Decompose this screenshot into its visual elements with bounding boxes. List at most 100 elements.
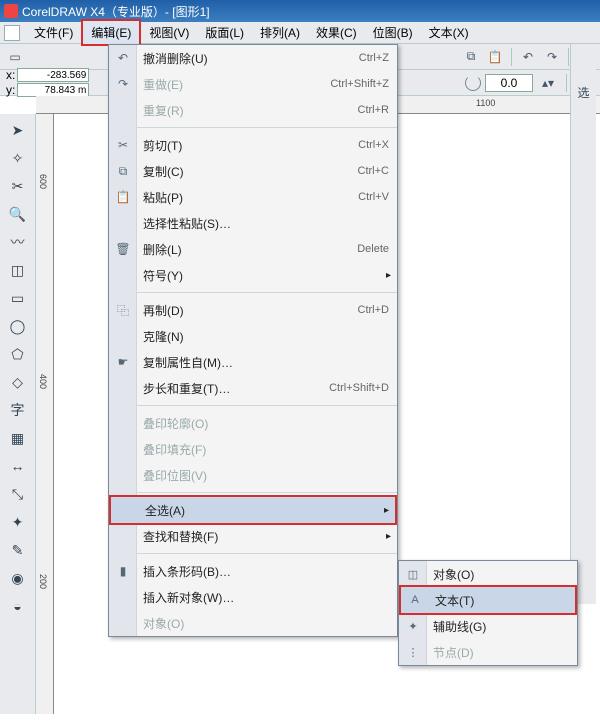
ellipse-tool[interactable]: ◯ [6, 314, 30, 338]
submenu-text[interactable]: A文本(T) [399, 585, 577, 615]
smart-fill-tool[interactable]: ◫ [6, 258, 30, 282]
menu-copy-props[interactable]: ☛复制属性自(M)… [109, 349, 397, 375]
menu-object[interactable]: 对象(O) [109, 610, 397, 636]
menu-bitmaps[interactable]: 位图(B) [365, 21, 421, 44]
duplicate-icon: ⿻ [115, 302, 131, 318]
interactive-tool[interactable]: ✦ [6, 510, 30, 534]
undo-icon: ↶ [115, 50, 131, 66]
basic-shapes-tool[interactable]: ◇ [6, 370, 30, 394]
x-label: x: [6, 68, 15, 82]
guidelines-icon: ✦ [405, 618, 421, 634]
menu-file[interactable]: 文件(F) [26, 21, 81, 44]
window-title: CorelDRAW X4（专业版）- [图形1] [22, 3, 210, 20]
menu-overprint-bitmap[interactable]: 叠印位图(V) [109, 462, 397, 488]
rectangle-tool[interactable]: ▭ [6, 286, 30, 310]
menu-arrange[interactable]: 排列(A) [252, 21, 308, 44]
connector-tool[interactable]: ⤡ [6, 482, 30, 506]
rotation-stepper[interactable]: ▴▾ [537, 72, 559, 94]
polygon-tool[interactable]: ⬠ [6, 342, 30, 366]
coordinates: x: y: [6, 68, 89, 97]
ruler-tick: 200 [38, 574, 48, 589]
menu-symbol[interactable]: 符号(Y)▸ [109, 262, 397, 288]
submenu-guidelines[interactable]: ✦辅助线(G) [399, 613, 577, 639]
rotation-icon [465, 75, 481, 91]
separator [137, 292, 397, 293]
vertical-ruler: 600 400 200 [36, 114, 54, 714]
y-label: y: [6, 83, 15, 97]
zoom-tool[interactable]: 🔍 [6, 202, 30, 226]
edit-dropdown: ↶撤消删除(U)Ctrl+Z ↷重做(E)Ctrl+Shift+Z 重复(R)C… [108, 44, 398, 637]
menu-find-replace[interactable]: 查找和替换(F)▸ [109, 523, 397, 549]
copy-props-icon: ☛ [115, 354, 131, 370]
menu-insert-barcode[interactable]: ▮插入条形码(B)… [109, 558, 397, 584]
table-tool[interactable]: ▦ [6, 426, 30, 450]
separator [137, 553, 397, 554]
menu-layout[interactable]: 版面(L) [197, 21, 252, 44]
paste-icon: 📋 [115, 189, 131, 205]
redo-button[interactable]: ↷ [541, 46, 563, 68]
document-icon [4, 25, 20, 41]
dimension-tool[interactable]: ↔ [6, 454, 30, 478]
menu-paste-special[interactable]: 选择性粘贴(S)… [109, 210, 397, 236]
menu-duplicate[interactable]: ⿻再制(D)Ctrl+D [109, 297, 397, 323]
separator [568, 48, 569, 66]
freehand-tool[interactable]: 〰 [6, 230, 30, 254]
shape-tool[interactable]: ✧ [6, 146, 30, 170]
menu-clone[interactable]: 克隆(N) [109, 323, 397, 349]
ruler-tick: 1100 [476, 98, 495, 108]
ruler-tick: 600 [38, 174, 48, 189]
menu-view[interactable]: 视图(V) [141, 21, 197, 44]
separator [137, 405, 397, 406]
barcode-icon: ▮ [115, 563, 131, 579]
crop-tool[interactable]: ✂ [6, 174, 30, 198]
menu-repeat[interactable]: 重复(R)Ctrl+R [109, 97, 397, 123]
text-tool[interactable]: 字 [6, 398, 30, 422]
menu-cut[interactable]: ✂剪切(T)Ctrl+X [109, 132, 397, 158]
submenu-arrow-icon: ▸ [386, 270, 391, 281]
submenu-nodes[interactable]: ⋮节点(D) [399, 639, 577, 665]
outline-tool[interactable]: ◉ [6, 566, 30, 590]
new-button[interactable]: ▭ [4, 46, 26, 68]
paste-button[interactable]: 📋 [484, 46, 506, 68]
menu-redo[interactable]: ↷重做(E)Ctrl+Shift+Z [109, 71, 397, 97]
undo-button[interactable]: ↶ [517, 46, 539, 68]
submenu-objects[interactable]: ◫对象(O) [399, 561, 577, 587]
pick-tool[interactable]: ➤ [6, 118, 30, 142]
ruler-tick: 400 [38, 374, 48, 389]
menu-copy[interactable]: ⧉复制(C)Ctrl+C [109, 158, 397, 184]
y-input[interactable] [17, 83, 89, 97]
submenu-arrow-icon: ▸ [384, 505, 389, 516]
docker-tabs[interactable]: 选 [570, 44, 596, 604]
menu-select-all[interactable]: 全选(A)▸ [109, 495, 397, 525]
cut-icon: ✂ [115, 137, 131, 153]
menu-overprint-fill[interactable]: 叠印填充(F) [109, 436, 397, 462]
menu-bar[interactable]: 文件(F) 编辑(E) 视图(V) 版面(L) 排列(A) 效果(C) 位图(B… [0, 22, 600, 44]
separator [137, 127, 397, 128]
copy-button[interactable]: ⧉ [460, 46, 482, 68]
app-logo-icon [4, 4, 18, 18]
menu-overprint-outline[interactable]: 叠印轮廓(O) [109, 410, 397, 436]
submenu-arrow-icon: ▸ [386, 531, 391, 542]
nodes-icon: ⋮ [405, 644, 421, 660]
eyedropper-tool[interactable]: ✎ [6, 538, 30, 562]
docker-tab-label[interactable]: 选 [577, 84, 589, 101]
objects-icon: ◫ [405, 566, 421, 582]
toolbox: ➤ ✧ ✂ 🔍 〰 ◫ ▭ ◯ ⬠ ◇ 字 ▦ ↔ ⤡ ✦ ✎ ◉ ◒ [0, 114, 36, 714]
delete-icon: 🗑 [115, 241, 131, 257]
menu-step-repeat[interactable]: 步长和重复(T)…Ctrl+Shift+D [109, 375, 397, 401]
text-icon: A [407, 592, 423, 608]
menu-effects[interactable]: 效果(C) [308, 21, 365, 44]
menu-text[interactable]: 文本(X) [421, 21, 477, 44]
select-all-submenu: ◫对象(O) A文本(T) ✦辅助线(G) ⋮节点(D) [398, 560, 578, 666]
rotation-input[interactable] [485, 74, 533, 92]
menu-paste[interactable]: 📋粘贴(P)Ctrl+V [109, 184, 397, 210]
menu-edit[interactable]: 编辑(E) [81, 19, 141, 46]
fill-tool[interactable]: ◒ [6, 594, 30, 618]
x-input[interactable] [17, 68, 89, 82]
separator [137, 492, 397, 493]
menu-undo[interactable]: ↶撤消删除(U)Ctrl+Z [109, 45, 397, 71]
redo-icon: ↷ [115, 76, 131, 92]
menu-delete[interactable]: 🗑删除(L)Delete [109, 236, 397, 262]
separator [511, 48, 512, 66]
menu-insert-object[interactable]: 插入新对象(W)… [109, 584, 397, 610]
